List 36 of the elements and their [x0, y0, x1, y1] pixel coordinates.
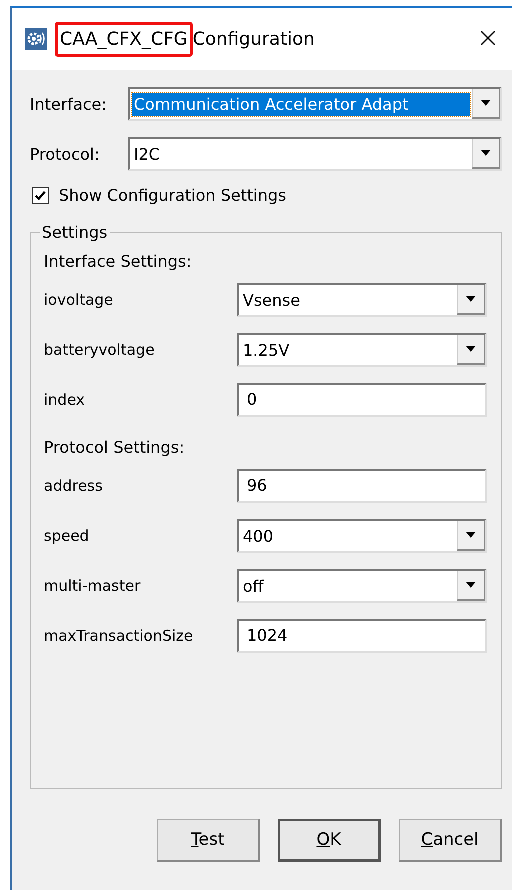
setting-dropdown[interactable]: Vsense [237, 283, 487, 317]
setting-label: maxTransactionSize [44, 627, 194, 645]
setting-input-field[interactable]: 1024 [237, 619, 487, 653]
dropdown-arrow-icon [466, 582, 476, 588]
dropdown-arrow-icon [481, 100, 491, 106]
field-label: Protocol: [30, 144, 101, 164]
dropdown-arrow-icon [481, 150, 491, 156]
close-button[interactable]: × [470, 22, 506, 54]
setting-label: index [44, 391, 86, 409]
section-heading: Protocol Settings: [44, 436, 186, 458]
setting-label: batteryvoltage [44, 341, 156, 359]
protocol-dropdown[interactable]: I2C [128, 137, 502, 171]
dropdown-arrow-icon [466, 346, 476, 352]
field-label: Interface: [30, 94, 108, 114]
interface-dropdown[interactable]: Communication Accelerator Adapt [128, 87, 502, 121]
checkbox-label: Show Configuration Settings [59, 186, 286, 205]
setting-label: speed [44, 527, 90, 545]
checkbox[interactable] [32, 187, 49, 204]
setting-dropdown[interactable]: 400 [237, 519, 487, 553]
setting-dropdown[interactable]: 1.25V [237, 333, 487, 367]
dropdown-arrow-icon [466, 296, 476, 302]
setting-label: address [44, 477, 104, 495]
setting-label: multi-master [44, 577, 142, 595]
dialog-button[interactable]: OK [278, 819, 381, 862]
section-heading: Interface Settings: [44, 250, 193, 272]
dialog-button[interactable]: Cancel [399, 819, 502, 862]
gear-icon [25, 28, 47, 50]
setting-label: iovoltage [44, 291, 114, 309]
window-title: CAA_CFX_CFG [55, 22, 193, 56]
group-title: Settings [41, 223, 109, 242]
setting-dropdown[interactable]: off [237, 569, 487, 603]
dropdown-arrow-icon [466, 532, 476, 538]
window-title: Configuration [192, 28, 315, 50]
setting-input-field[interactable]: 96 [237, 469, 487, 503]
dialog-button[interactable]: Test [157, 819, 260, 862]
setting-input-field[interactable]: 0 [237, 383, 487, 417]
